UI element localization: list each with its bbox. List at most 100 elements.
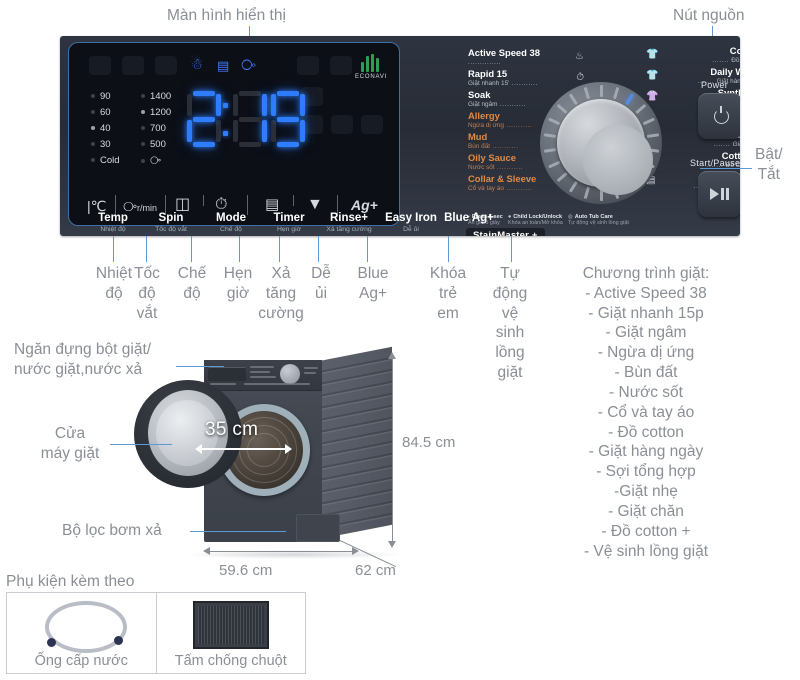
wash-basket-icon: ☃ <box>190 57 203 72</box>
program-selector-dial[interactable] <box>540 82 662 204</box>
program-annotation-item: - Active Speed 38 <box>556 284 736 304</box>
leader-line-on-off <box>700 168 752 169</box>
leader-line-1 <box>113 236 114 262</box>
accessory-mesh-label: Tấm chống chuột <box>157 653 306 669</box>
aux-indicator-d-icon <box>361 115 383 134</box>
depth-dimension-text: 62 cm <box>355 562 396 579</box>
accessory-item-hose: Ống cấp nước <box>7 593 157 673</box>
panel-label-rinse-: Rinse+Xả tăng cường <box>318 212 380 234</box>
spin-swirl-icon: ⧂ <box>241 58 256 73</box>
program-annotation-list: Chương trình giặt:- Active Speed 38 - Giặ… <box>556 264 736 561</box>
callout-on-off-label: Bật/ Tắt <box>755 145 783 185</box>
height-dimension-line <box>392 356 393 544</box>
temperature-indicator-list: 90604030Cold <box>91 89 120 169</box>
power-icon <box>714 109 729 124</box>
dial-hub[interactable] <box>557 99 645 187</box>
control-panel[interactable]: ☃ ▤ ⧂ ECONAVI 90604030Cold 1400120070050… <box>60 36 740 236</box>
econavi-label: ECONAVI <box>355 74 387 80</box>
callout-detergent-label: Ngăn đựng bột giặt/ nước giặt,nước xả <box>14 340 151 380</box>
panel-label-mode: ModeChế độ <box>200 212 262 234</box>
callout-door-label: Cửa máy giặt <box>30 424 110 464</box>
rinse-basket-icon: ▤ <box>217 59 229 72</box>
spin-speed-icon[interactable]: ⧂r/min <box>123 199 157 213</box>
timer-indicator-icon <box>297 56 319 75</box>
accessory-item-mesh: Tấm chống chuột <box>157 593 306 673</box>
drain-pump-filter-cover[interactable] <box>296 514 340 542</box>
machine-dial-small[interactable] <box>280 364 300 384</box>
start-pause-button[interactable] <box>698 171 740 217</box>
program-annotation-item: - Sợi tổng hợp <box>556 462 736 482</box>
rinse-plus-icon[interactable]: ▤ <box>265 197 279 212</box>
spin-option: 500 <box>141 137 171 153</box>
time-display <box>187 91 305 147</box>
power-button[interactable] <box>698 93 740 139</box>
leader-line-detergent <box>176 366 224 367</box>
delay-indicator-icon <box>330 56 352 75</box>
leader-line-3 <box>191 236 192 262</box>
program-annotation-item: - Đồ cotton <box>556 423 736 443</box>
spin-option: 700 <box>141 121 171 137</box>
program-annotation-item: - Bùn đất <box>556 363 736 383</box>
width-dimension-line <box>207 551 355 552</box>
accessories-title: Phụ kiện kèm theo <box>6 573 134 591</box>
program-annotation-title: Chương trình giặt: <box>556 264 736 284</box>
program-annotation-item: - Đồ cotton + <box>556 522 736 542</box>
easy-iron-icon[interactable]: ▼ <box>307 197 323 213</box>
spin-option: 1400 <box>141 89 171 105</box>
machine-side-panel <box>318 347 392 539</box>
program-option-active-speed-38[interactable]: Active Speed 38..............♨ <box>468 48 586 67</box>
accessories-box: Ống cấp nước Tấm chống chuột <box>6 592 306 674</box>
panel-note-3: ◎Auto Tub CareTự động vệ sinh lồng giặt <box>568 214 629 226</box>
callout-power-label: Nút nguồn <box>673 6 745 26</box>
callout-display-label: Màn hình hiển thị <box>167 6 286 26</box>
stainmaster-badge: StainMaster + <box>466 228 545 236</box>
rinse-indicator-icon <box>122 56 144 75</box>
temperature-option: 90 <box>91 89 120 105</box>
leader-line-4 <box>239 236 240 262</box>
program-annotation-item: - Giặt chăn <box>556 502 736 522</box>
mouse-guard-mesh-icon <box>193 601 269 649</box>
panel-label-temp: TempNhiệt độ <box>82 212 144 234</box>
spin-option: 1200 <box>141 105 171 121</box>
temperature-option: 30 <box>91 137 120 153</box>
temperature-option: 60 <box>91 105 120 121</box>
annotation-label-3: Chế độ <box>168 264 216 304</box>
spin-indicator-list: 14001200700500⧂ <box>141 89 171 170</box>
panel-label-timer: TimerHẹn giờ <box>258 212 320 234</box>
play-pause-icon <box>710 187 730 201</box>
iron-indicator-icon <box>155 56 177 75</box>
width-dimension-text: 59.6 cm <box>219 562 272 579</box>
panel-label-blue-ag-: Blue Ag+ <box>438 212 500 225</box>
annotation-label-9: Tự động vệ sinh lồng giặt <box>486 264 534 383</box>
leader-line-2 <box>146 236 147 262</box>
leader-line-door <box>110 444 172 445</box>
lock-indicator-icon <box>89 56 111 75</box>
annotation-label-8: Khóa trẻ em <box>424 264 472 323</box>
temperature-option: Cold <box>91 153 120 169</box>
program-annotation-item: - Giặt hàng ngày <box>556 442 736 462</box>
leader-line-7 <box>367 236 368 262</box>
timer-clock-icon[interactable]: ⏱ <box>215 197 227 213</box>
panel-label-spin: SpinTốc độ vắt <box>140 212 202 234</box>
temperature-icon[interactable]: |℃ <box>87 199 106 213</box>
leader-line-9 <box>511 236 512 262</box>
program-annotation-item: - Giặt ngâm <box>556 323 736 343</box>
mode-icon[interactable]: ◫ <box>175 197 190 213</box>
display-colon <box>223 103 228 159</box>
callout-filter-label: Bộ lọc bơm xả <box>62 521 162 541</box>
leader-line-5 <box>279 236 280 262</box>
water-hose-icon <box>45 601 127 653</box>
drum-opening-arrow <box>195 444 292 454</box>
annotation-label-2: Tốc độ vắt <box>122 264 172 323</box>
blue-ag-icon[interactable]: Ag+ <box>351 198 378 212</box>
program-annotation-item: - Nước sốt <box>556 383 736 403</box>
drum-opening-dimension: 35 cm <box>205 419 258 441</box>
leader-line-filter <box>190 531 286 532</box>
aux-indicator-c-icon <box>331 115 353 134</box>
program-annotation-item: - Vệ sinh lồng giặt <box>556 542 736 562</box>
start-pause-button-label: Start/Pause <box>690 158 740 168</box>
program-annotation-item: - Ngừa dị ứng <box>556 343 736 363</box>
power-button-label: Power <box>701 80 728 90</box>
program-option-cotton[interactable]: Cotton....... Đồ Cotton👕 <box>650 46 740 65</box>
detergent-drawer[interactable] <box>208 367 246 381</box>
